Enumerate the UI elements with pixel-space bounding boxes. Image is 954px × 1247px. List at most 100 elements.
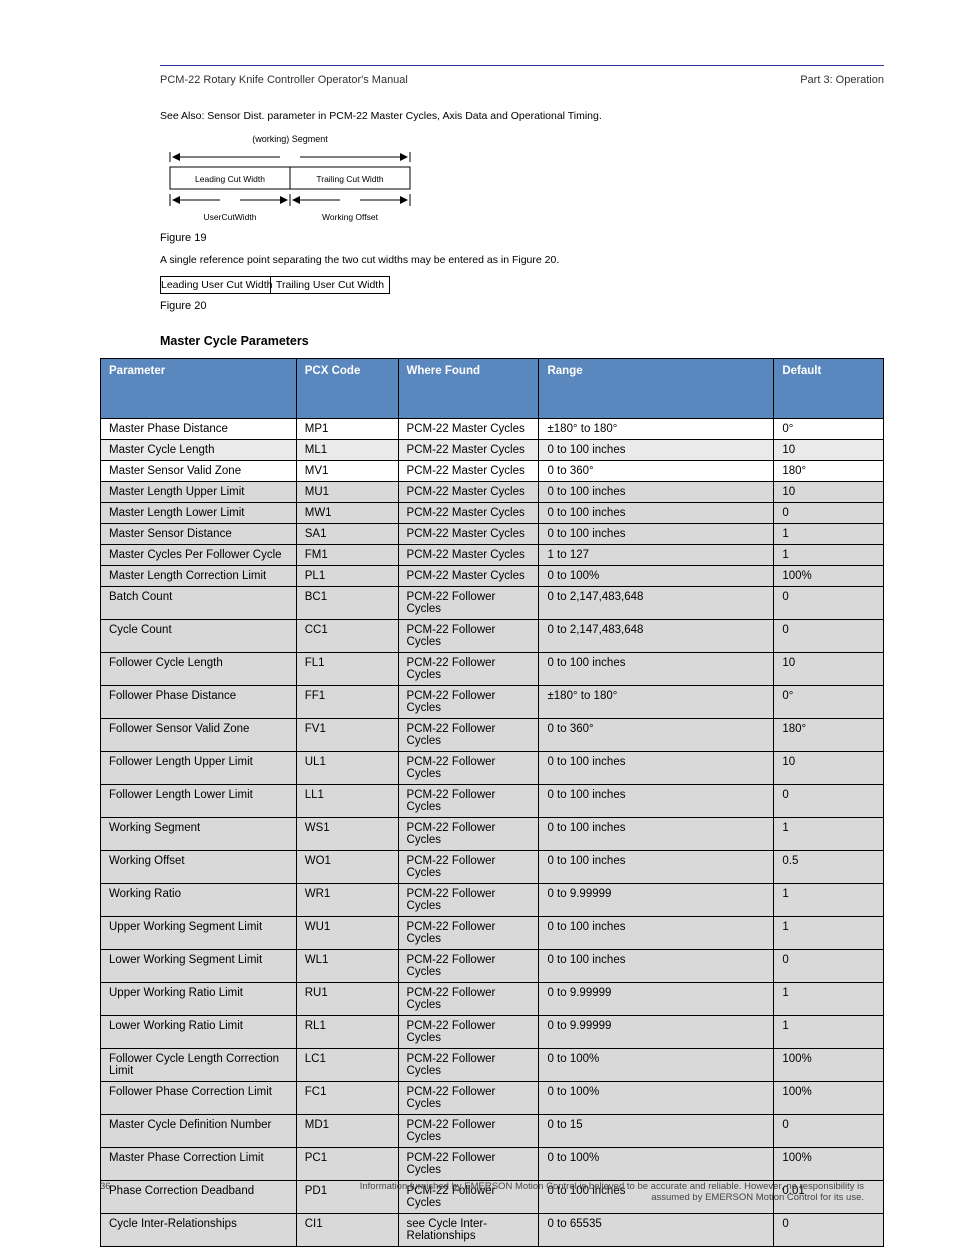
table-cell: PCM-22 Master Cycles [398, 566, 539, 587]
table-row: Follower Phase Correction LimitFC1PCM-22… [101, 1082, 884, 1115]
table-row: Master Phase DistanceMP1PCM-22 Master Cy… [101, 419, 884, 440]
table-cell: Follower Sensor Valid Zone [101, 719, 297, 752]
table-cell: 0 to 9.99999 [539, 1016, 774, 1049]
table-cell: FL1 [296, 653, 398, 686]
table-cell: 180° [774, 461, 884, 482]
table-cell: 0 to 9.99999 [539, 983, 774, 1016]
table-cell: 0.5 [774, 851, 884, 884]
table-cell: Master Cycle Definition Number [101, 1115, 297, 1148]
table-cell: PCM-22 Master Cycles [398, 545, 539, 566]
footer-right: Information furnished by EMERSON Motion … [344, 1181, 864, 1203]
table-cell: 0° [774, 686, 884, 719]
table-cell: 0 [774, 950, 884, 983]
table-cell: Master Cycle Length [101, 440, 297, 461]
table-cell: 0 to 100 inches [539, 524, 774, 545]
page-footer: 36 Information furnished by EMERSON Moti… [100, 1181, 864, 1203]
table-cell: UL1 [296, 752, 398, 785]
table-row: Master Cycles Per Follower CycleFM1PCM-2… [101, 545, 884, 566]
parameter-table: Parameter PCX Code Where Found Range Def… [100, 358, 884, 1247]
table-row: Upper Working Ratio LimitRU1PCM-22 Follo… [101, 983, 884, 1016]
table-cell: Master Sensor Valid Zone [101, 461, 297, 482]
table-cell: 100% [774, 1148, 884, 1181]
table-cell: Follower Phase Correction Limit [101, 1082, 297, 1115]
table-cell: PCM-22 Follower Cycles [398, 785, 539, 818]
table-cell: 1 [774, 524, 884, 545]
parameter-table-container: Parameter PCX Code Where Found Range Def… [100, 358, 884, 1247]
figure-20-label: Figure 20 [160, 300, 884, 312]
table-cell: PCM-22 Follower Cycles [398, 983, 539, 1016]
table-row: Lower Working Segment LimitWL1PCM-22 Fol… [101, 950, 884, 983]
table-cell: CC1 [296, 620, 398, 653]
fig20-right-cell: Trailing User Cut Width [270, 276, 390, 294]
th-range: Range [539, 359, 774, 419]
figure-19-svg: (working) Segment Leading Cut Width Trai… [160, 132, 420, 232]
table-cell: 0 to 15 [539, 1115, 774, 1148]
table-cell: 0 to 360° [539, 719, 774, 752]
page-header: PCM-22 Rotary Knife Controller Operator'… [160, 74, 884, 86]
table-cell: 1 [774, 545, 884, 566]
figure-19: (working) Segment Leading Cut Width Trai… [160, 132, 884, 244]
fig19-bottom-left: UserCutWidth [204, 212, 257, 222]
table-cell: 0 to 9.99999 [539, 884, 774, 917]
table-cell: WR1 [296, 884, 398, 917]
table-cell: WO1 [296, 851, 398, 884]
table-row: Master Length Correction LimitPL1PCM-22 … [101, 566, 884, 587]
table-cell: 10 [774, 482, 884, 503]
table-cell: Master Phase Correction Limit [101, 1148, 297, 1181]
table-cell: 0 to 100 inches [539, 482, 774, 503]
table-row: Upper Working Segment LimitWU1PCM-22 Fol… [101, 917, 884, 950]
table-cell: Master Length Upper Limit [101, 482, 297, 503]
table-cell: PCM-22 Follower Cycles [398, 1049, 539, 1082]
table-cell: 10 [774, 440, 884, 461]
th-parameter: Parameter [101, 359, 297, 419]
table-cell: PCM-22 Master Cycles [398, 503, 539, 524]
table-cell: 100% [774, 1049, 884, 1082]
table-cell: PCM-22 Master Cycles [398, 461, 539, 482]
table-row: Batch CountBC1PCM-22 Follower Cycles0 to… [101, 587, 884, 620]
table-cell: 0 to 360° [539, 461, 774, 482]
table-cell: RU1 [296, 983, 398, 1016]
table-cell: 180° [774, 719, 884, 752]
fig20-left-cell: Leading User Cut Width [160, 276, 270, 294]
table-row: Follower Cycle LengthFL1PCM-22 Follower … [101, 653, 884, 686]
table-cell: PCM-22 Follower Cycles [398, 587, 539, 620]
table-row: Master Cycle LengthML1PCM-22 Master Cycl… [101, 440, 884, 461]
table-cell: Follower Length Upper Limit [101, 752, 297, 785]
table-cell: FC1 [296, 1082, 398, 1115]
table-cell: 0 to 100 inches [539, 785, 774, 818]
table-cell: CI1 [296, 1214, 398, 1247]
table-row: Follower Length Lower LimitLL1PCM-22 Fol… [101, 785, 884, 818]
table-cell: PCM-22 Follower Cycles [398, 1016, 539, 1049]
table-cell: 1 to 127 [539, 545, 774, 566]
header-left: PCM-22 Rotary Knife Controller Operator'… [160, 74, 408, 86]
table-cell: 0 to 100 inches [539, 851, 774, 884]
header-rule [160, 65, 884, 66]
table-cell: MV1 [296, 461, 398, 482]
table-cell: BC1 [296, 587, 398, 620]
table-cell: FF1 [296, 686, 398, 719]
table-cell: Working Segment [101, 818, 297, 851]
table-cell: PCM-22 Follower Cycles [398, 950, 539, 983]
table-row: Working SegmentWS1PCM-22 Follower Cycles… [101, 818, 884, 851]
th-default: Default [774, 359, 884, 419]
see-also-text: See Also: Sensor Dist. parameter in PCM-… [160, 110, 884, 122]
section-title: Master Cycle Parameters [160, 334, 884, 348]
table-cell: FM1 [296, 545, 398, 566]
table-cell: PCM-22 Follower Cycles [398, 719, 539, 752]
table-cell: WS1 [296, 818, 398, 851]
table-cell: PCM-22 Follower Cycles [398, 1082, 539, 1115]
table-cell: 0 to 100 inches [539, 917, 774, 950]
table-cell: 100% [774, 1082, 884, 1115]
table-cell: Batch Count [101, 587, 297, 620]
table-row: Master Length Lower LimitMW1PCM-22 Maste… [101, 503, 884, 524]
figure-20-caption: A single reference point separating the … [160, 254, 884, 266]
table-cell: Master Sensor Distance [101, 524, 297, 545]
table-cell: Follower Cycle Length [101, 653, 297, 686]
table-cell: Upper Working Segment Limit [101, 917, 297, 950]
table-cell: 0 to 100% [539, 1082, 774, 1115]
table-row: Master Cycle Definition NumberMD1PCM-22 … [101, 1115, 884, 1148]
table-cell: PCM-22 Master Cycles [398, 524, 539, 545]
table-cell: 10 [774, 752, 884, 785]
header-right: Part 3: Operation [800, 74, 884, 86]
table-cell: 100% [774, 566, 884, 587]
